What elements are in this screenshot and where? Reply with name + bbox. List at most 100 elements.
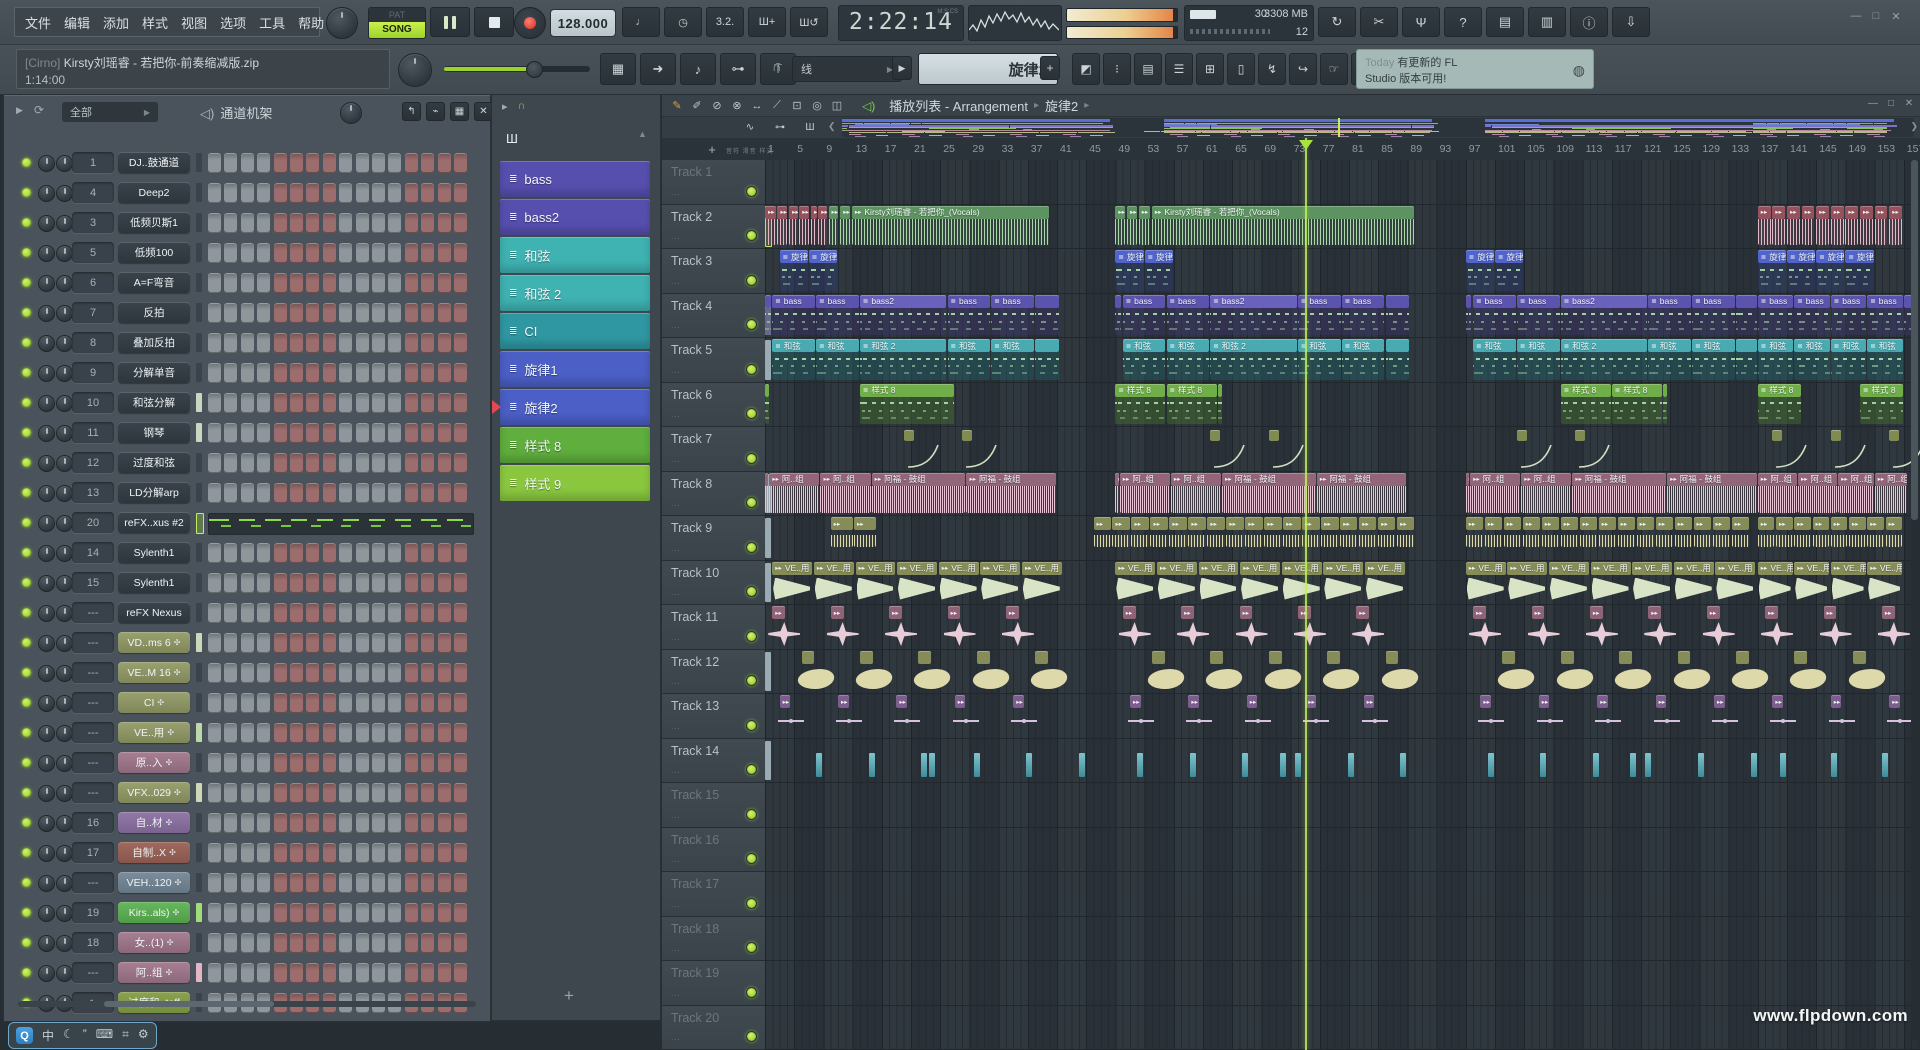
channel-number[interactable]: 18 [72, 932, 114, 953]
step-cell[interactable] [208, 333, 221, 353]
step-cell[interactable] [388, 183, 401, 203]
step-cell[interactable] [290, 213, 303, 233]
channel-knob[interactable] [56, 395, 73, 412]
step-cell[interactable] [421, 603, 434, 623]
track-name[interactable]: Track 11 [671, 610, 718, 624]
step-cell[interactable] [421, 813, 434, 833]
channel-knob[interactable] [38, 635, 55, 652]
audio-clip[interactable]: ▸▸ [765, 473, 768, 515]
step-cell[interactable] [224, 843, 237, 863]
arrangement-overview[interactable]: ∿⊶Ш ❮ ❯ [662, 117, 1920, 139]
step-cell[interactable] [306, 483, 319, 503]
channel-preview-slot[interactable] [196, 873, 202, 892]
track-enable-led[interactable] [746, 186, 757, 197]
audio-clip[interactable]: ▸▸ [1523, 517, 1540, 559]
step-cell[interactable] [323, 243, 336, 263]
undo-icon[interactable]: ↰ [402, 102, 421, 121]
step-cell[interactable] [454, 393, 467, 413]
channel-number[interactable]: 20 [72, 512, 114, 533]
automation-clip[interactable] [1517, 430, 1527, 441]
track-header[interactable]: Track 18⋯ [662, 917, 765, 962]
pattern-clip[interactable] [1035, 295, 1059, 337]
step-cell[interactable] [339, 693, 352, 713]
step-cell[interactable] [421, 963, 434, 983]
pattern-clip[interactable]: ≣和弦 [1648, 339, 1691, 381]
step-cell[interactable] [274, 783, 287, 803]
channel-enable-led[interactable] [22, 488, 31, 497]
step-cell[interactable] [405, 183, 418, 203]
track-options[interactable]: ⋯ [671, 278, 681, 289]
step-cell[interactable] [372, 333, 385, 353]
step-cell[interactable] [438, 453, 451, 473]
step-cell[interactable] [257, 153, 270, 173]
step-cell[interactable] [274, 243, 287, 263]
step-cell[interactable] [208, 483, 221, 503]
pattern-clip[interactable]: ≣bass [816, 295, 859, 337]
audio-clip[interactable]: ▸▸ [1713, 517, 1730, 559]
step-cell[interactable] [356, 153, 369, 173]
step-cell[interactable] [454, 153, 467, 173]
step-cell[interactable] [224, 783, 237, 803]
pattern-clip[interactable]: ≣和弦 [1831, 339, 1867, 381]
step-cell[interactable] [323, 753, 336, 773]
keyboard-icon[interactable]: ⌨ [96, 1027, 113, 1044]
maximize-icon[interactable]: □ [1884, 98, 1898, 109]
scroll-up-icon[interactable]: ▲ [638, 129, 647, 139]
step-cell[interactable] [290, 783, 303, 803]
audio-clip[interactable]: ▸▸ [1860, 206, 1873, 248]
step-cell[interactable] [372, 933, 385, 953]
pattern-clip[interactable]: ≣和弦 [1692, 339, 1735, 381]
pattern-clip[interactable]: ≣bass [1758, 295, 1794, 337]
step-cell[interactable] [388, 783, 401, 803]
channel-knob[interactable] [38, 425, 55, 442]
step-cell[interactable] [224, 543, 237, 563]
channel-button[interactable]: Kirs..als)✣ [118, 902, 190, 923]
step-cell[interactable] [421, 663, 434, 683]
step-cell[interactable] [405, 783, 418, 803]
track-enable-led[interactable] [746, 987, 757, 998]
pattern-clip[interactable]: ≣样式 8 [1561, 384, 1611, 426]
track-header[interactable]: Track 6⋯ [662, 383, 765, 428]
channel-preview-slot[interactable] [196, 483, 202, 502]
track-header[interactable]: Track 13⋯ [662, 694, 765, 739]
channel-knob[interactable] [56, 965, 73, 982]
step-cell[interactable] [405, 723, 418, 743]
channel-number[interactable]: 9 [72, 362, 114, 383]
step-cell[interactable] [454, 633, 467, 653]
step-cell[interactable] [356, 423, 369, 443]
step-cell[interactable] [454, 813, 467, 833]
delete-tool-icon[interactable]: ⊘ [708, 98, 726, 114]
pattern-clip[interactable] [1115, 295, 1121, 337]
track-lane[interactable] [765, 160, 1920, 205]
step-cell[interactable] [405, 753, 418, 773]
step-cell[interactable] [241, 303, 254, 323]
play-icon[interactable]: ▸ [502, 100, 508, 113]
channel-knob[interactable] [38, 155, 55, 172]
step-cell[interactable] [290, 903, 303, 923]
channel-knob[interactable] [38, 935, 55, 952]
step-cell[interactable] [306, 723, 319, 743]
step-cell[interactable] [454, 543, 467, 563]
audio-clip[interactable]: ▸▸ [1466, 473, 1469, 515]
step-cell[interactable] [405, 663, 418, 683]
channel-number[interactable]: --- [72, 962, 114, 983]
channel-knob[interactable] [38, 545, 55, 562]
channel-preview-slot[interactable] [196, 543, 202, 562]
step-cell[interactable] [257, 363, 270, 383]
minimize-icon[interactable]: — [1848, 10, 1864, 23]
channel-rack-icon[interactable]: ▤ [1134, 53, 1162, 85]
step-cell[interactable] [388, 693, 401, 713]
audio-clip[interactable] [816, 753, 822, 778]
step-cell[interactable] [208, 573, 221, 593]
pattern-clip[interactable]: ▸▸ [1539, 695, 1550, 737]
step-cell[interactable] [421, 213, 434, 233]
track-enable-led[interactable] [746, 853, 757, 864]
pattern-clip[interactable]: ≣bass [1692, 295, 1735, 337]
step-cell[interactable] [257, 813, 270, 833]
step-cell[interactable] [224, 423, 237, 443]
audio-clip[interactable]: ▸▸阿..组 [1798, 473, 1837, 515]
channel-note-preview[interactable] [208, 513, 474, 535]
step-cell[interactable] [339, 183, 352, 203]
step-cell[interactable] [421, 393, 434, 413]
pattern-clip[interactable]: ≣和弦 [1794, 339, 1830, 381]
